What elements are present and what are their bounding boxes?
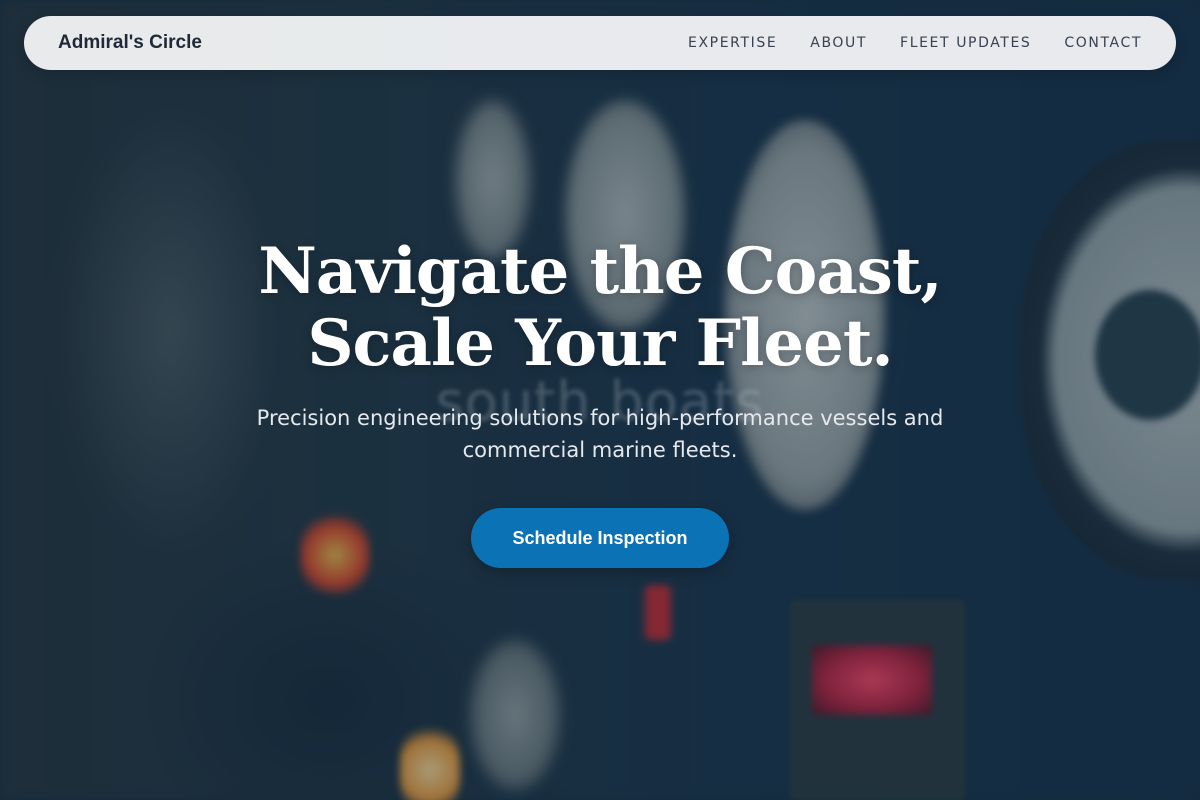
nav-links: EXPERTISE ABOUT FLEET UPDATES CONTACT xyxy=(688,35,1142,51)
hero-headline-line-1: Navigate the Coast, xyxy=(258,234,942,309)
hero-section: south.boats Admiral's Circle EXPERTISE A… xyxy=(0,0,1200,800)
nav-link-contact[interactable]: CONTACT xyxy=(1064,35,1142,51)
hero-headline-line-2: Scale Your Fleet. xyxy=(307,306,893,381)
schedule-inspection-button[interactable]: Schedule Inspection xyxy=(471,508,729,568)
top-navigation: Admiral's Circle EXPERTISE ABOUT FLEET U… xyxy=(24,16,1176,70)
hero-subtitle: Precision engineering solutions for high… xyxy=(256,406,944,462)
hero-content: Navigate the Coast, Scale Your Fleet. Pr… xyxy=(0,236,1200,568)
nav-link-fleet-updates[interactable]: FLEET UPDATES xyxy=(900,35,1031,51)
hero-headline: Navigate the Coast, Scale Your Fleet. xyxy=(0,236,1200,380)
nav-link-expertise[interactable]: EXPERTISE xyxy=(688,35,777,51)
brand-logo[interactable]: Admiral's Circle xyxy=(58,32,202,54)
nav-link-about[interactable]: ABOUT xyxy=(810,35,867,51)
